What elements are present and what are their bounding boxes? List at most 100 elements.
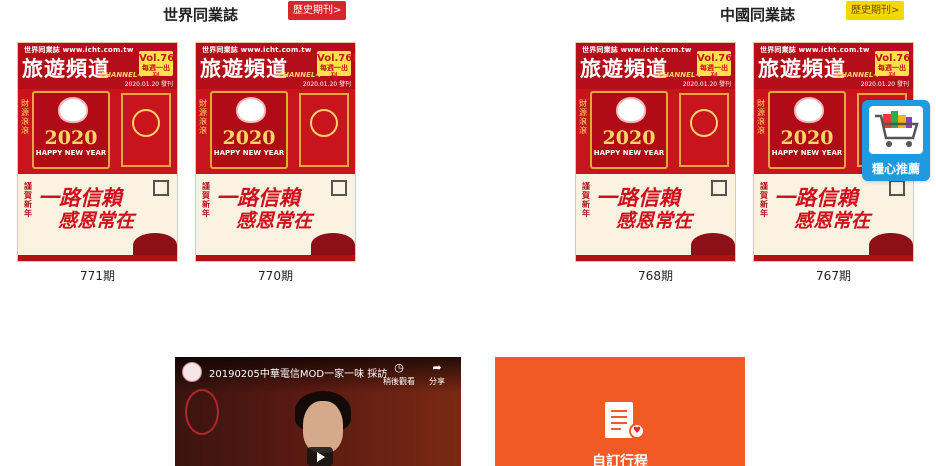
cover-frequency: 每週一出刊 [878, 64, 906, 80]
cover-footer-strip [18, 255, 177, 261]
cover-date: 2020.01.20 發刊 [860, 81, 909, 88]
play-button[interactable] [307, 447, 333, 466]
cover-side-text: 財源滾滾 [21, 99, 29, 135]
cover-greeting-line-2: 感恩常在 [236, 210, 313, 232]
red-seal-logo [185, 389, 219, 435]
cover-greeting-line-2: 感恩常在 [58, 210, 135, 232]
cover-side-text: 財源滾滾 [579, 99, 587, 135]
heart-icon: ♥ [629, 423, 645, 439]
gold-disc-icon [132, 109, 160, 137]
custom-itinerary-card[interactable]: ♥ 自訂行程 [495, 357, 745, 466]
cover-gold-panel [679, 93, 729, 167]
cover-side-text: 財源滾滾 [199, 99, 207, 135]
cover-greeting-panel: 謹賀新年 一路信賴 感恩常在 [576, 174, 735, 261]
cover-magazine-title: 旅遊頻道 [200, 57, 288, 81]
flower-decoration [869, 233, 913, 257]
issue-number-label[interactable]: 770期 [195, 267, 356, 284]
cover-magazine-title: 旅遊頻道 [758, 57, 846, 81]
cover-year-panel: 2020 HAPPY NEW YEAR [32, 91, 110, 169]
cover-greeting-small: 謹賀新年 [202, 182, 210, 218]
cover-greeting-small: 謹賀新年 [582, 182, 590, 218]
cover-year: 2020 [44, 127, 98, 149]
world-history-button[interactable]: 歷史期刊> [288, 1, 347, 20]
cover-footer-strip [576, 255, 735, 261]
cover-greeting-line-2: 感恩常在 [794, 210, 871, 232]
cover-volume-number: Vol.768 [697, 53, 736, 64]
share-icon: ➦ [432, 361, 442, 374]
mouse-mascot-icon [58, 97, 88, 123]
publisher-logo-icon [889, 180, 905, 196]
video-player[interactable]: 20190205中華電信MOD一家一味 採訪 ◷ 稍後觀看 ➦ 分享 [175, 357, 461, 466]
cover-year-panel: 2020 HAPPY NEW YEAR [590, 91, 668, 169]
cover-new-year: HAPPY NEW YEAR [35, 149, 107, 157]
cover-new-year: HAPPY NEW YEAR [593, 149, 665, 157]
magazine-cover[interactable]: 世界同業誌 www.icht.com.tw 旅遊頻道 CHANNEL-T Vol… [17, 42, 178, 262]
cover-volume-badge: Vol.768 每週一出刊 [139, 51, 178, 80]
china-history-button[interactable]: 歷史期刊> [846, 1, 905, 20]
issue-card[interactable]: 世界同業誌 www.icht.com.tw 旅遊頻道 CHANNEL-T Vol… [17, 42, 178, 284]
shopping-cart-icon [869, 106, 923, 154]
issue-number-label[interactable]: 771期 [17, 267, 178, 284]
cover-greeting-panel: 謹賀新年 一路信賴 感恩常在 [196, 174, 355, 261]
mouse-mascot-icon [236, 97, 266, 123]
cover-magazine-subtitle: CHANNEL-T [100, 71, 145, 79]
cover-year-panel: 2020 HAPPY NEW YEAR [768, 91, 846, 169]
cover-magazine-subtitle: CHANNEL-T [658, 71, 703, 79]
issue-number-label[interactable]: 767期 [753, 267, 914, 284]
cover-footer-strip [754, 255, 913, 261]
cover-year: 2020 [780, 127, 834, 149]
cover-date: 2020.01.20 發刊 [124, 81, 173, 88]
flower-decoration [311, 233, 355, 257]
cover-frequency: 每週一出刊 [142, 64, 170, 80]
cover-frequency: 每週一出刊 [700, 64, 728, 80]
cover-greeting-line-2: 感恩常在 [616, 210, 693, 232]
watch-later-label: 稍後觀看 [383, 377, 415, 386]
cover-magazine-subtitle: CHANNEL-T [836, 71, 881, 79]
itinerary-label: 自訂行程 [592, 454, 648, 466]
cover-magazine-title: 旅遊頻道 [22, 57, 110, 81]
cover-volume-badge: Vol.768 每週一出刊 [697, 51, 736, 80]
cover-volume-number: Vol.768 [317, 53, 356, 64]
publisher-logo-icon [711, 180, 727, 196]
video-title[interactable]: 20190205中華電信MOD一家一味 採訪 [209, 365, 387, 380]
issue-card[interactable]: 世界同業誌 www.icht.com.tw 旅遊頻道 CHANNEL-T Vol… [575, 42, 736, 284]
mouse-mascot-icon [616, 97, 646, 123]
cover-greeting-panel: 謹賀新年 一路信賴 感恩常在 [18, 174, 177, 261]
cover-date: 2020.01.20 發刊 [302, 81, 351, 88]
cover-frequency: 每週一出刊 [320, 64, 348, 80]
cover-new-year: HAPPY NEW YEAR [213, 149, 285, 157]
flower-decoration [133, 233, 177, 257]
magazine-cover[interactable]: 世界同業誌 www.icht.com.tw 旅遊頻道 CHANNEL-T Vol… [575, 42, 736, 262]
recommend-widget[interactable]: 糧心推薦 [862, 100, 930, 181]
cover-volume-badge: Vol.768 每週一出刊 [317, 51, 356, 80]
cover-new-year: HAPPY NEW YEAR [771, 149, 843, 157]
cover-footer-strip [196, 255, 355, 261]
issue-number-label[interactable]: 768期 [575, 267, 736, 284]
cover-volume-number: Vol.768 [875, 53, 914, 64]
recommend-label: 糧心推薦 [871, 162, 920, 176]
publisher-logo-icon [331, 180, 347, 196]
publisher-logo-icon [153, 180, 169, 196]
world-section-title: 世界同業誌 [163, 6, 239, 24]
cover-date: 2020.01.20 發刊 [682, 81, 731, 88]
magazine-cover[interactable]: 世界同業誌 www.icht.com.tw 旅遊頻道 CHANNEL-T Vol… [195, 42, 356, 262]
issue-card[interactable]: 世界同業誌 www.icht.com.tw 旅遊頻道 CHANNEL-T Vol… [195, 42, 356, 284]
watch-later-button[interactable]: ◷ 稍後觀看 [381, 361, 417, 387]
clock-icon: ◷ [394, 361, 404, 374]
share-button[interactable]: ➦ 分享 [419, 361, 455, 387]
gold-disc-icon [690, 109, 718, 137]
cover-year: 2020 [602, 127, 656, 149]
cover-volume-number: Vol.768 [139, 53, 178, 64]
cover-greeting-small: 謹賀新年 [760, 182, 768, 218]
cover-year: 2020 [222, 127, 276, 149]
cover-side-text: 財源滾滾 [757, 99, 765, 135]
cover-magazine-subtitle: CHANNEL-T [278, 71, 323, 79]
channel-avatar[interactable] [182, 362, 202, 382]
share-label: 分享 [429, 377, 445, 386]
mouse-mascot-icon [794, 97, 824, 123]
cover-magazine-title: 旅遊頻道 [580, 57, 668, 81]
cover-volume-badge: Vol.768 每週一出刊 [875, 51, 914, 80]
person-face [303, 401, 343, 453]
china-section-title: 中國同業誌 [720, 6, 796, 24]
flower-decoration [691, 233, 735, 257]
